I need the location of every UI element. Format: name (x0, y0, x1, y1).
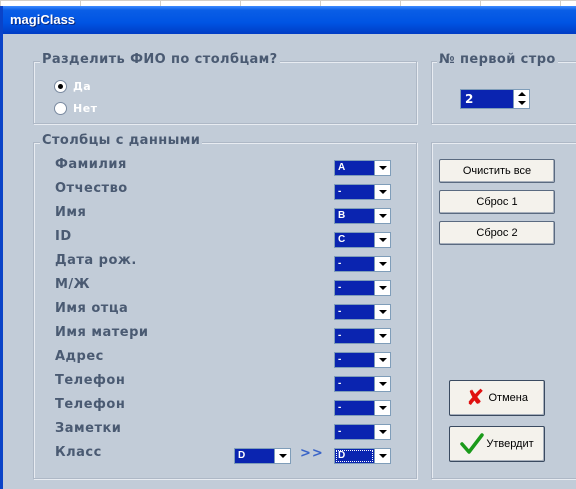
chevron-down-icon[interactable] (374, 281, 390, 295)
field-label-mother-name: Имя матери (55, 325, 149, 340)
cancel-button[interactable]: ✘ Отмена (449, 380, 545, 416)
magiclass-dialog: magiClass Разделить ФИО по столбцам? Да … (0, 6, 576, 489)
class-to-combo[interactable]: D (334, 448, 391, 464)
field-combo-father-name[interactable]: - (334, 304, 391, 320)
title-bar[interactable]: magiClass (3, 6, 576, 34)
reset-2-label: Сброс 2 (476, 227, 518, 239)
radio-no[interactable]: Нет (54, 102, 98, 115)
field-combo-id[interactable]: C (334, 232, 391, 248)
field-combo-name[interactable]: B (334, 208, 391, 224)
chevron-down-icon[interactable] (374, 305, 390, 319)
first-row-value[interactable]: 2 (461, 90, 513, 108)
window-title: magiClass (10, 12, 76, 27)
radio-yes[interactable]: Да (54, 80, 91, 93)
chevron-down-icon[interactable] (374, 209, 390, 223)
field-combo-notes[interactable]: - (334, 424, 391, 440)
cancel-label: Отмена (488, 392, 528, 404)
field-combo-address-value[interactable]: - (335, 353, 374, 367)
spin-up-icon[interactable] (514, 90, 529, 99)
field-combo-gender-value[interactable]: - (335, 281, 374, 295)
chevron-down-icon[interactable] (374, 401, 390, 415)
chevron-down-icon[interactable] (374, 185, 390, 199)
field-combo-gender[interactable]: - (334, 280, 391, 296)
field-label-address: Адрес (55, 349, 104, 364)
field-label-surname: Фамилия (55, 157, 127, 172)
field-label-gender: М/Ж (55, 277, 91, 292)
clear-all-label: Очистить все (462, 165, 532, 177)
chevron-down-icon[interactable] (374, 353, 390, 367)
first-row-legend: № первой стро (437, 52, 558, 67)
field-label-phone-2: Телефон (55, 397, 126, 412)
columns-legend: Столбцы с данными (40, 133, 203, 148)
reset-1-button[interactable]: Сброс 1 (439, 190, 555, 214)
field-combo-patronymic[interactable]: - (334, 184, 391, 200)
field-combo-phone-1-value[interactable]: - (335, 377, 374, 391)
field-combo-patronymic-value[interactable]: - (335, 185, 374, 199)
field-combo-id-value[interactable]: C (335, 233, 374, 247)
field-combo-phone-2-value[interactable]: - (335, 401, 374, 415)
field-label-class: Класс (55, 445, 102, 460)
field-combo-surname[interactable]: A (334, 160, 391, 176)
spin-down-icon[interactable] (514, 99, 529, 108)
confirm-label: Утвердит (486, 438, 534, 450)
confirm-button[interactable]: Утвердит (449, 426, 545, 462)
class-from-combo[interactable]: D (234, 448, 291, 464)
field-combo-notes-value[interactable]: - (335, 425, 374, 439)
field-label-birthdate: Дата рож. (55, 253, 137, 268)
chevron-down-icon[interactable] (274, 449, 290, 463)
chevron-down-icon[interactable] (374, 329, 390, 343)
x-icon: ✘ (466, 385, 485, 411)
class-to-value[interactable]: D (335, 449, 374, 463)
radio-yes-label: Да (73, 80, 92, 93)
chevron-down-icon[interactable] (374, 233, 390, 247)
reset-1-label: Сброс 1 (476, 196, 518, 208)
clear-all-button[interactable]: Очистить все (439, 159, 555, 183)
field-combo-name-value[interactable]: B (335, 209, 374, 223)
radio-yes-indicator[interactable] (54, 80, 67, 93)
reset-2-button[interactable]: Сброс 2 (439, 221, 555, 245)
field-label-notes: Заметки (55, 421, 122, 436)
class-arrows: >> (300, 446, 324, 461)
field-combo-birthdate-value[interactable]: - (335, 257, 374, 271)
chevron-down-icon[interactable] (374, 449, 390, 463)
field-label-name: Имя (55, 205, 87, 220)
radio-no-indicator[interactable] (54, 102, 67, 115)
field-combo-phone-2[interactable]: - (334, 400, 391, 416)
checkmark-icon (460, 432, 485, 457)
field-combo-birthdate[interactable]: - (334, 256, 391, 272)
field-label-phone-1: Телефон (55, 373, 126, 388)
radio-no-label: Нет (73, 102, 98, 115)
chevron-down-icon[interactable] (374, 257, 390, 271)
field-combo-mother-name-value[interactable]: - (335, 329, 374, 343)
chevron-down-icon[interactable] (374, 425, 390, 439)
field-label-patronymic: Отчество (55, 181, 128, 196)
first-row-spinner[interactable]: 2 (460, 89, 530, 109)
field-combo-address[interactable]: - (334, 352, 391, 368)
field-combo-surname-value[interactable]: A (335, 161, 374, 175)
field-label-id: ID (55, 229, 72, 244)
chevron-down-icon[interactable] (374, 161, 390, 175)
field-combo-father-name-value[interactable]: - (335, 305, 374, 319)
field-label-father-name: Имя отца (55, 301, 129, 316)
field-combo-phone-1[interactable]: - (334, 376, 391, 392)
split-fio-legend: Разделить ФИО по столбцам? (40, 52, 280, 67)
chevron-down-icon[interactable] (374, 377, 390, 391)
class-from-value[interactable]: D (235, 449, 274, 463)
field-combo-mother-name[interactable]: - (334, 328, 391, 344)
